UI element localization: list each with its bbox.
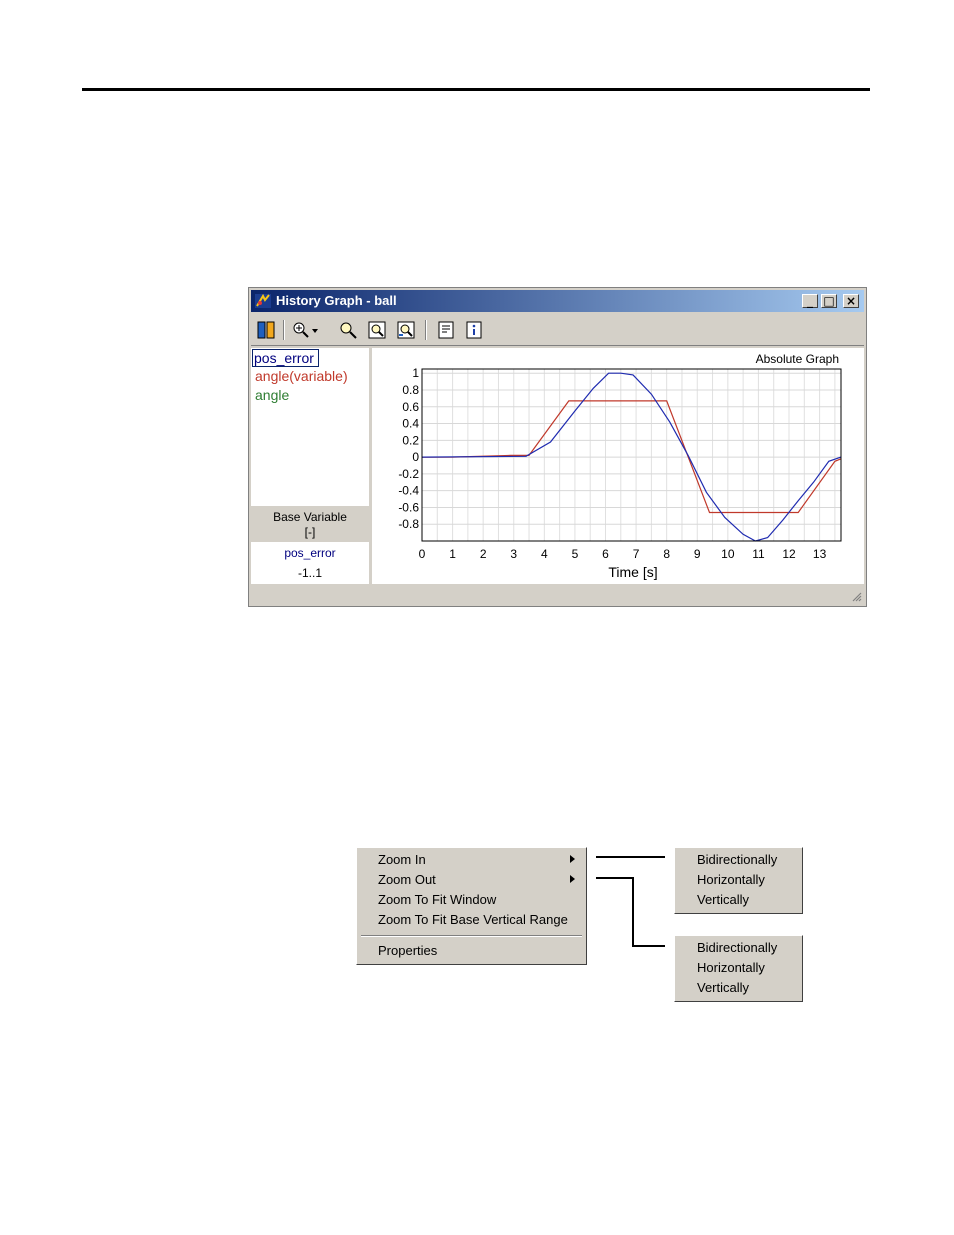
x-tick-label: 4 [541,547,548,561]
connector-line [596,856,665,858]
x-tick-label: 7 [633,547,640,561]
menu-item-zoom-to-fit-window[interactable]: Zoom To Fit Window [378,892,496,907]
y-tick-label: 0.8 [402,383,419,397]
graph-mode-label: Absolute Graph [756,352,839,366]
zoom-out-submenu: Bidirectionally Horizontally Vertically [674,935,803,1002]
legend-item-pos-error[interactable]: pos_error [252,349,319,367]
y-tick-label: 1 [412,366,419,380]
window-title: History Graph - ball [276,293,397,308]
resize-grip-icon[interactable] [850,590,862,602]
app-logo-icon [255,293,271,308]
x-tick-label: 5 [572,547,579,561]
zoom-fit-icon[interactable] [368,321,386,339]
legend-panel: pos_error angle(variable) angle Base Var… [251,348,369,584]
x-tick-label: 6 [602,547,609,561]
submenu-arrow-icon [570,875,575,883]
zoom-out-bidirectionally[interactable]: Bidirectionally [697,940,777,955]
toolbar-separator [425,320,427,340]
x-tick-label: 3 [510,547,517,561]
status-bar [251,586,864,604]
toolbar [251,315,864,346]
menu-separator [361,935,582,937]
zoom-in-vertically[interactable]: Vertically [697,892,749,907]
x-tick-label: 13 [813,547,827,561]
graph-context-menu: Zoom In Zoom Out Zoom To Fit Window Zoom… [356,847,587,965]
zoom-out-vertically[interactable]: Vertically [697,980,749,995]
x-tick-label: 10 [721,547,735,561]
zoom-in-bidirectionally[interactable]: Bidirectionally [697,852,777,867]
y-tick-label: 0 [412,450,419,464]
maximize-button[interactable]: □ [821,294,837,308]
x-tick-label: 11 [752,547,765,561]
x-tick-label: 9 [694,547,701,561]
graph-panel[interactable]: Absolute Graph 1 0.8 0.6 0.4 0.2 0 -0.2 -0.4 -0.… [372,348,864,584]
base-variable-header: Base Variable [-] [251,506,369,542]
x-tick-label: 8 [663,547,670,561]
y-tick-label: 0.4 [402,417,419,431]
base-variable-label: Base Variable [273,510,347,524]
connector-line [632,945,665,947]
minimize-button[interactable]: _ [802,294,818,308]
properties-icon[interactable] [437,321,455,339]
connector-line [632,877,634,946]
y-tick-label: -0.2 [398,467,419,481]
columns-icon[interactable] [257,321,275,339]
legend-item-angle-variable[interactable]: angle(variable) [255,368,348,384]
x-axis-label: Time [s] [608,564,657,580]
y-tick-label: -0.8 [398,517,419,531]
menu-item-zoom-to-fit-base-vertical-range[interactable]: Zoom To Fit Base Vertical Range [378,912,568,927]
history-graph-window: History Graph - ball _ □ × pos_error ang… [248,287,867,607]
zoom-range-icon[interactable] [397,321,415,339]
history-chart[interactable]: Absolute Graph 1 0.8 0.6 0.4 0.2 0 -0.2 -0.4 -0.… [372,348,864,584]
x-tick-label: 12 [782,547,796,561]
info-icon[interactable] [465,321,483,339]
menu-item-properties[interactable]: Properties [378,943,437,958]
zoom-in-submenu: Bidirectionally Horizontally Vertically [674,847,803,914]
connector-line [596,877,633,879]
toolbar-separator [283,320,285,340]
y-tick-label: -0.4 [398,484,419,498]
zoom-icon[interactable] [339,321,357,339]
y-tick-label: 0.2 [402,433,419,447]
base-variable-unit: [-] [304,525,316,539]
zoom-in-horizontally[interactable]: Horizontally [697,872,765,887]
menu-item-zoom-out[interactable]: Zoom Out [378,872,436,887]
zoom-out-horizontally[interactable]: Horizontally [697,960,765,975]
base-variable-range: -1..1 [297,566,322,580]
plot-frame [421,368,842,542]
zoom-dropdown-icon[interactable] [291,321,319,339]
base-variable-name: pos_error [284,546,336,560]
x-tick-label: 2 [480,547,487,561]
y-tick-label: 0.6 [402,400,419,414]
x-tick-label: 0 [419,547,426,561]
x-tick-label: 1 [449,547,456,561]
submenu-arrow-icon [570,855,575,863]
close-button[interactable]: × [843,294,859,308]
title-bar[interactable]: History Graph - ball _ □ × [251,290,864,312]
menu-item-zoom-in[interactable]: Zoom In [378,852,426,867]
y-tick-label: -0.6 [398,500,419,514]
legend-item-angle[interactable]: angle [255,387,289,403]
page-header-rule [82,88,870,91]
